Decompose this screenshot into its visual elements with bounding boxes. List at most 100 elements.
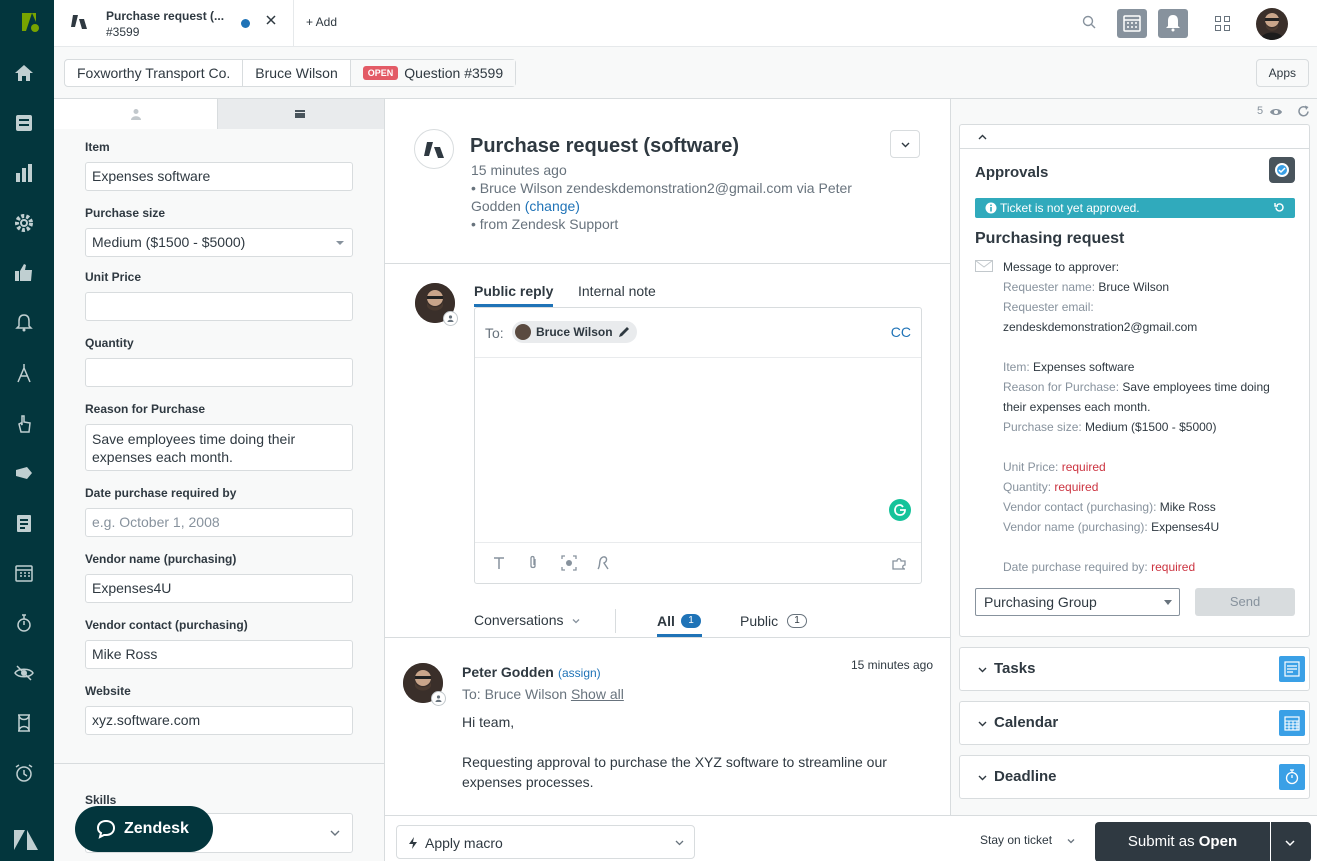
calendar-app[interactable]: Calendar — [959, 701, 1310, 745]
alarm-clock-icon[interactable] — [13, 762, 35, 784]
product-tray-grid-icon[interactable] — [1215, 16, 1230, 31]
apps-button[interactable]: Apps — [1255, 59, 1309, 87]
reason-textarea[interactable]: Save employees time doing their expenses… — [85, 424, 353, 471]
tab-internal-note[interactable]: Internal note — [578, 283, 656, 299]
ticket-subject[interactable]: Purchase request (software) — [470, 135, 739, 158]
assign-link[interactable]: (assign) — [558, 666, 601, 680]
date-required-label: Date purchase required by — [85, 486, 237, 500]
chevron-down-icon — [330, 828, 340, 838]
tab-ticket-number: #3599 — [106, 25, 140, 39]
admin-gear-icon[interactable] — [13, 212, 35, 234]
tab-ticket[interactable] — [218, 99, 384, 129]
deadline-app[interactable]: Deadline — [959, 755, 1310, 799]
ticket-requester-line: • Bruce Wilson zendeskdemonstration2@gma… — [471, 180, 852, 196]
date-required-input[interactable]: e.g. October 1, 2008 — [85, 508, 353, 537]
refresh-icon[interactable] — [1297, 105, 1310, 118]
text-format-icon[interactable] — [491, 555, 507, 571]
tag-arrow-icon[interactable] — [13, 462, 35, 484]
stay-on-ticket-select[interactable]: Stay on ticket — [980, 833, 1052, 847]
thumbs-up-icon[interactable] — [13, 262, 35, 284]
approvals-app-icon — [1269, 157, 1295, 183]
bell-icon[interactable] — [13, 312, 35, 334]
breadcrumb-ticket-label: Question #3599 — [404, 65, 504, 81]
puzzle-piece-icon[interactable] — [891, 555, 907, 571]
change-link[interactable]: (change) — [525, 198, 580, 214]
message-author-avatar — [403, 663, 446, 706]
hand-pointer-icon[interactable] — [13, 412, 35, 434]
support-logo-icon[interactable] — [10, 8, 44, 36]
eye-off-icon[interactable] — [13, 662, 35, 684]
notifications-bell-icon[interactable] — [1158, 9, 1188, 38]
ticket-options-button[interactable] — [890, 130, 920, 158]
reply-composer[interactable]: To: Bruce Wilson CC — [474, 307, 922, 584]
purchase-size-select[interactable]: Medium ($1500 - $5000) — [85, 228, 353, 257]
approver-group-select[interactable]: Purchasing Group — [975, 588, 1180, 616]
item-input[interactable]: Expenses software — [85, 162, 353, 191]
reporting-icon[interactable] — [13, 162, 35, 184]
approver-field-requester-email: Requester email: — [1003, 300, 1094, 314]
user-avatar[interactable] — [1256, 8, 1288, 40]
zendesk-logo-icon[interactable] — [12, 828, 40, 852]
unit-price-input[interactable] — [85, 292, 353, 321]
product-nav — [0, 0, 54, 861]
chevron-down-icon[interactable] — [572, 617, 580, 625]
form-icon[interactable] — [13, 512, 35, 534]
attachment-icon[interactable] — [525, 555, 541, 571]
quantity-input[interactable] — [85, 358, 353, 387]
vendor-name-input[interactable]: Expenses4U — [85, 574, 353, 603]
cc-button[interactable]: CC — [891, 324, 911, 340]
unsaved-indicator — [241, 19, 250, 28]
chevron-down-icon[interactable] — [1067, 837, 1075, 845]
close-icon[interactable] — [265, 14, 277, 26]
conversations-dropdown[interactable]: Conversations — [474, 612, 564, 628]
approvals-collapse-header[interactable] — [960, 125, 1309, 149]
tab-user[interactable] — [54, 99, 218, 129]
submit-status: Open — [1198, 833, 1238, 850]
chevron-down-icon — [1285, 840, 1295, 847]
purchase-size-value: Medium ($1500 - $5000) — [92, 234, 246, 250]
zendesk-messaging-button[interactable]: Zendesk — [75, 806, 213, 852]
message-time: 15 minutes ago — [850, 658, 933, 672]
filter-all[interactable]: All — [657, 613, 675, 629]
website-input[interactable]: xyz.software.com — [85, 706, 353, 735]
breadcrumb-ticket[interactable]: OPEN Question #3599 — [350, 60, 516, 86]
views-icon[interactable] — [13, 112, 35, 134]
search-icon[interactable] — [1082, 15, 1096, 29]
ticket-channel-line: • from Zendesk Support — [471, 216, 619, 232]
show-all-link[interactable]: Show all — [571, 686, 624, 702]
recipient-chip[interactable]: Bruce Wilson — [512, 321, 637, 343]
compass-icon[interactable] — [13, 362, 35, 384]
send-button[interactable]: Send — [1195, 588, 1295, 616]
ticket-tab[interactable]: Purchase request (... #3599 — [54, 0, 294, 47]
ticket-properties-panel: Item Expenses software Purchase size Med… — [54, 99, 385, 861]
calendar-app-button[interactable] — [1117, 9, 1147, 38]
message-author[interactable]: Peter Godden — [462, 664, 554, 680]
caret-down-icon — [1164, 600, 1172, 605]
lightning-bolt-icon — [409, 837, 417, 849]
divider — [615, 609, 616, 633]
apply-macro-select[interactable]: Apply macro — [396, 825, 695, 859]
submit-options-button[interactable] — [1271, 822, 1311, 861]
filter-public[interactable]: Public — [740, 613, 778, 629]
hourglass-icon[interactable] — [13, 712, 35, 734]
screen-capture-icon[interactable] — [561, 555, 577, 571]
vendor-contact-input[interactable]: Mike Ross — [85, 640, 353, 669]
add-button[interactable]: + Add — [306, 15, 337, 29]
breadcrumb-requester[interactable]: Bruce Wilson — [243, 60, 351, 86]
divider — [385, 637, 950, 638]
message-to-approver-label: Message to approver: — [1003, 260, 1120, 274]
submit-button[interactable]: Submit as Open — [1095, 822, 1270, 861]
author-role-badge — [431, 691, 446, 706]
grammarly-icon[interactable] — [889, 499, 911, 521]
home-icon[interactable] — [13, 62, 35, 84]
calendar-icon[interactable] — [13, 562, 35, 584]
tasks-app[interactable]: Tasks — [959, 647, 1310, 691]
breadcrumb-organization[interactable]: Foxworthy Transport Co. — [65, 60, 244, 86]
stopwatch-icon[interactable] — [13, 612, 35, 634]
purchasing-request-title: Purchasing request — [975, 230, 1125, 247]
macro-script-icon[interactable] — [595, 555, 611, 571]
brand-avatar — [414, 129, 454, 169]
chat-bubble-icon — [96, 819, 116, 839]
tab-public-reply[interactable]: Public reply — [474, 283, 553, 299]
ticket-icon — [295, 110, 305, 118]
